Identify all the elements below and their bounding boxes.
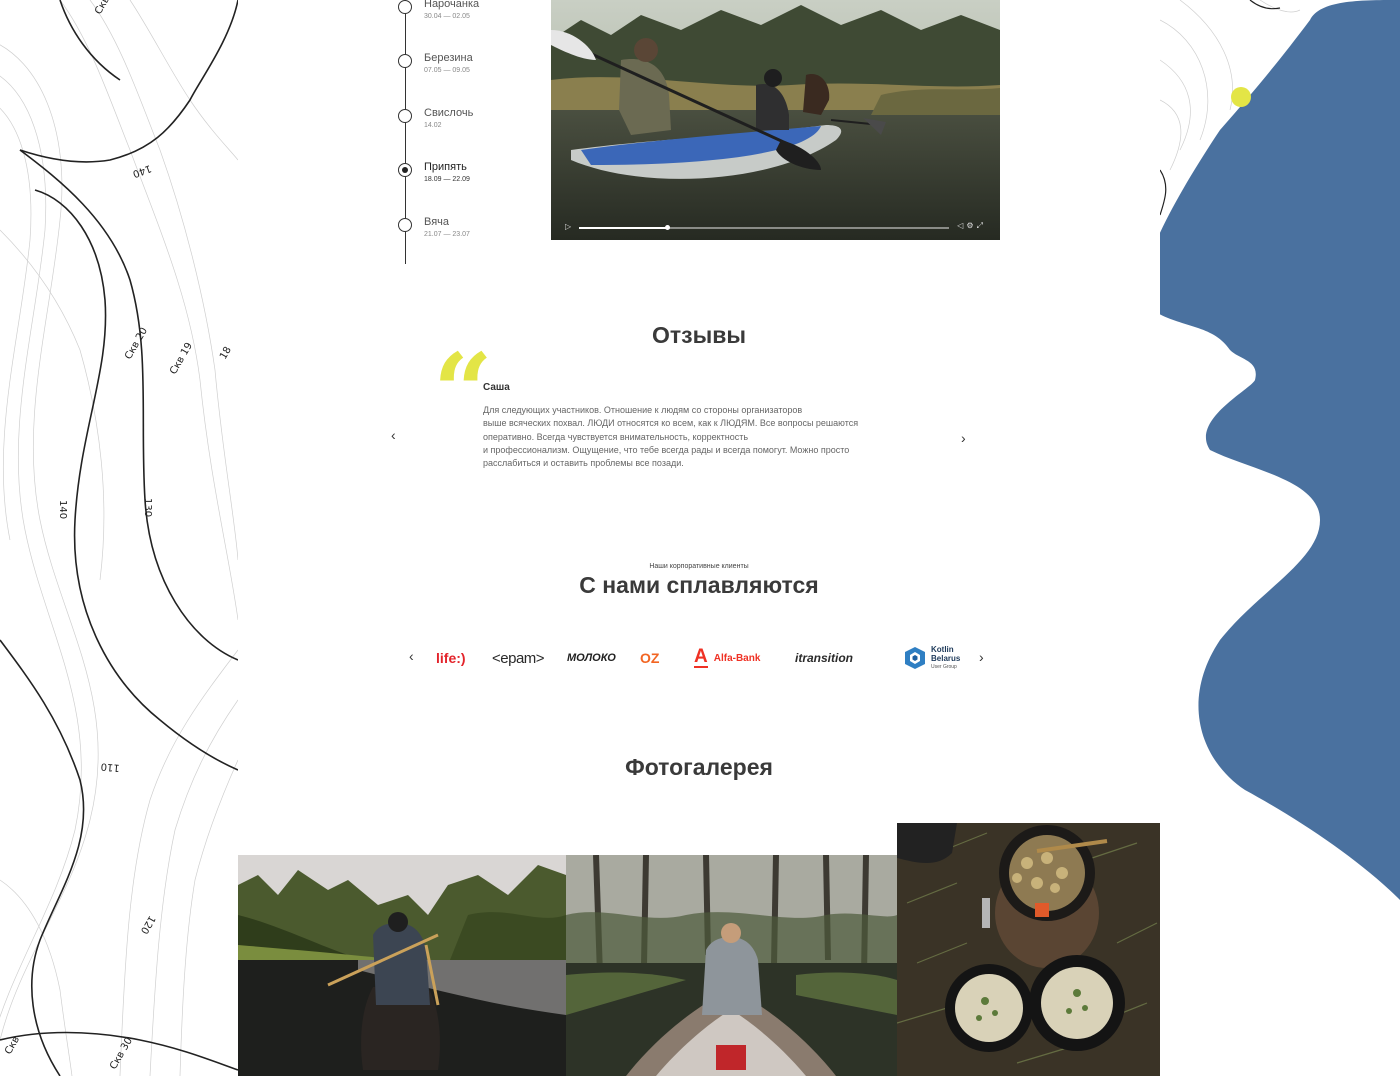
review-text: Для следующих участников. Отношение к лю… xyxy=(483,404,893,470)
review-text-line: оперативно. Всегда чувствуется вниматель… xyxy=(483,431,749,442)
video-progress-track[interactable] xyxy=(579,225,949,230)
review-text-line: Для следующих участников. Отношение к лю… xyxy=(483,405,803,415)
svg-text:Скв 30: Скв 30 xyxy=(108,1036,135,1072)
video-progress-fill xyxy=(579,227,668,229)
svg-text:140: 140 xyxy=(131,162,153,179)
fullscreen-icon[interactable]: ◁⚙⤢ xyxy=(957,221,986,231)
kotlin-line3: User Group xyxy=(931,663,957,670)
logo-moloko[interactable]: МОЛОКО xyxy=(567,640,616,676)
timeline-dot-active[interactable] xyxy=(398,163,412,177)
clients-prev-chevron-left-icon[interactable]: ‹ xyxy=(409,648,414,664)
main-content: Нарочанка 30.04 — 02.05 Березина 07.05 —… xyxy=(238,0,1160,1076)
video-progress-handle[interactable] xyxy=(665,225,671,230)
review-author: Саша xyxy=(483,382,510,393)
clients-next-chevron-right-icon[interactable]: › xyxy=(979,649,984,665)
reviews-title: Отзывы xyxy=(651,322,746,348)
logo-epam-text: <epam> xyxy=(492,649,545,667)
review-text-line: выше всяческих похвал. ЛЮДИ относятся ко… xyxy=(483,418,859,429)
timeline-dot[interactable] xyxy=(398,0,412,14)
kotlin-logo-icon xyxy=(905,647,925,669)
video-controls: ▷ ◁⚙⤢ xyxy=(551,214,1000,240)
gallery-photo-river-canoe[interactable] xyxy=(238,855,566,1076)
svg-text:Скв 19: Скв 19 xyxy=(168,341,195,377)
route-timeline: Нарочанка 30.04 — 02.05 Березина 07.05 —… xyxy=(398,0,538,264)
timeline-river-name: Припять xyxy=(424,161,467,173)
topographic-map-left: 140 140 130 110 120 Скв 20 Скв 19 18 Скв… xyxy=(0,0,238,1076)
timeline-dates: 18.09 — 22.09 xyxy=(424,176,470,183)
logo-alfa-bank[interactable]: А Alfa-Bank xyxy=(694,640,760,676)
gallery-photo-swamp-canoe[interactable] xyxy=(566,855,897,1076)
timeline-dot[interactable] xyxy=(398,109,412,123)
timeline-dates: 21.07 — 23.07 xyxy=(424,231,470,238)
logo-itransition[interactable]: itransition xyxy=(795,640,853,676)
review-text-line: и профессионализм. Ощущение, что тебе вс… xyxy=(483,444,850,455)
yellow-dot xyxy=(1231,87,1251,107)
timeline-river-name: Вяча xyxy=(424,216,450,228)
clients-title: С нами сплавляются xyxy=(579,572,819,598)
blob-shape xyxy=(1160,0,1400,900)
kotlin-logo-text: Kotlin Belarus User Group xyxy=(931,645,960,672)
svg-text:Скв 8: Скв 8 xyxy=(93,0,117,17)
logo-itransition-text: itransition xyxy=(795,651,854,665)
timeline-dates: 07.05 — 09.05 xyxy=(424,67,470,74)
timeline-river-name: Березина xyxy=(424,52,473,64)
timeline-river-name: Свислочь xyxy=(424,107,474,119)
logo-moloko-text: МОЛОКО xyxy=(567,652,616,664)
topo-lines: 140 140 130 110 120 Скв 20 Скв 19 18 Скв… xyxy=(0,0,238,1076)
kotlin-line2: Belarus xyxy=(931,653,961,663)
logo-kotlin-belarus[interactable]: Kotlin Belarus User Group xyxy=(903,640,960,676)
logo-alfa-letter: А xyxy=(694,646,708,668)
logo-oz[interactable]: OZ xyxy=(640,640,659,676)
svg-text:120: 120 xyxy=(138,914,157,936)
reviews-next-chevron-right-icon[interactable]: › xyxy=(961,430,966,446)
timeline-river-name: Нарочанка xyxy=(424,0,480,10)
kotlin-line1: Kotlin xyxy=(931,644,954,654)
timeline-dates: 14.02 xyxy=(424,122,442,129)
gallery-title: Фотогалерея xyxy=(625,754,773,780)
review-text-line: расслабиться и оставить проблемы все поз… xyxy=(483,458,684,469)
timeline-dot[interactable] xyxy=(398,54,412,68)
logo-life-text: life:) xyxy=(436,650,466,666)
kayak-video-frame xyxy=(551,0,1000,240)
logo-oz-text: OZ xyxy=(640,650,660,666)
timeline-dates: 30.04 — 02.05 xyxy=(424,13,470,20)
svg-text:18: 18 xyxy=(218,345,234,362)
timeline-dot[interactable] xyxy=(398,218,412,232)
decorative-blob-right xyxy=(1160,0,1400,1076)
video-player[interactable]: ▷ ◁⚙⤢ xyxy=(551,0,1000,240)
gallery-photo-campfire-food[interactable] xyxy=(897,823,1160,1076)
svg-text:110: 110 xyxy=(100,760,120,773)
client-logos: life:) <epam> МОЛОКО OZ А Alfa-Bank itra… xyxy=(433,640,973,676)
logo-epam[interactable]: <epam> xyxy=(492,640,545,676)
play-icon[interactable]: ▷ xyxy=(565,222,571,231)
reviews-prev-chevron-left-icon[interactable]: ‹ xyxy=(391,427,396,443)
clients-subtitle: Наши корпоративные клиенты xyxy=(649,563,749,570)
logo-alfa-text: Alfa-Bank xyxy=(713,652,761,664)
svg-text:130: 130 xyxy=(142,498,153,517)
svg-text:140: 140 xyxy=(57,500,68,519)
svg-text:Скв 20: Скв 20 xyxy=(123,326,150,362)
logo-life[interactable]: life:) xyxy=(436,640,466,676)
